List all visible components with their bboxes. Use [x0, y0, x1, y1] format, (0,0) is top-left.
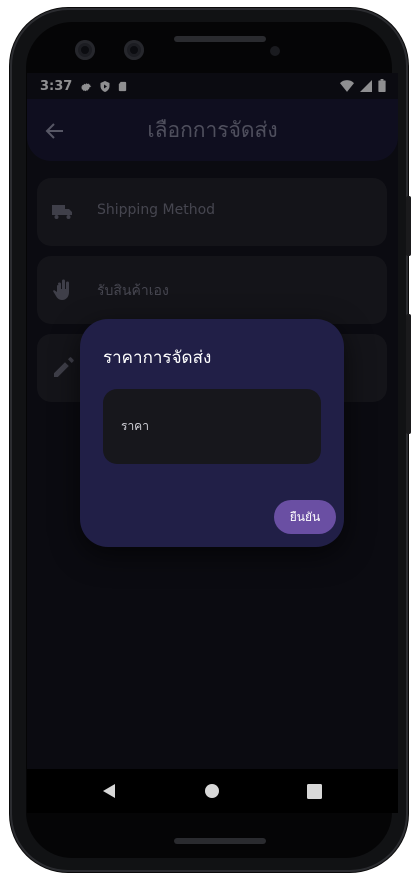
back-triangle-icon	[103, 784, 115, 798]
confirm-button[interactable]: ยืนยัน	[274, 500, 336, 534]
home-circle-icon	[205, 784, 219, 798]
volume-button	[406, 196, 411, 256]
price-input[interactable]: ราคา	[103, 389, 321, 464]
recents-square-icon	[306, 783, 322, 799]
nav-home-button[interactable]	[182, 769, 242, 813]
shipping-price-dialog: ราคาการจัดส่ง ราคา ยืนยัน	[80, 319, 344, 547]
bottom-speaker	[174, 838, 266, 844]
nav-recents-button[interactable]	[284, 769, 344, 813]
front-camera-icon	[75, 40, 95, 60]
dialog-title: ราคาการจัดส่ง	[103, 348, 212, 368]
app-screen: 3:37 เลือกการจัดส่ง Shipping Method รับส…	[27, 73, 398, 813]
top-speaker	[174, 36, 266, 42]
system-nav-bar	[27, 769, 398, 813]
nav-back-button[interactable]	[79, 769, 139, 813]
proximity-sensor	[270, 46, 280, 56]
power-button	[406, 314, 411, 434]
front-camera-2-icon	[124, 40, 144, 60]
price-input-placeholder: ราคา	[121, 419, 149, 433]
